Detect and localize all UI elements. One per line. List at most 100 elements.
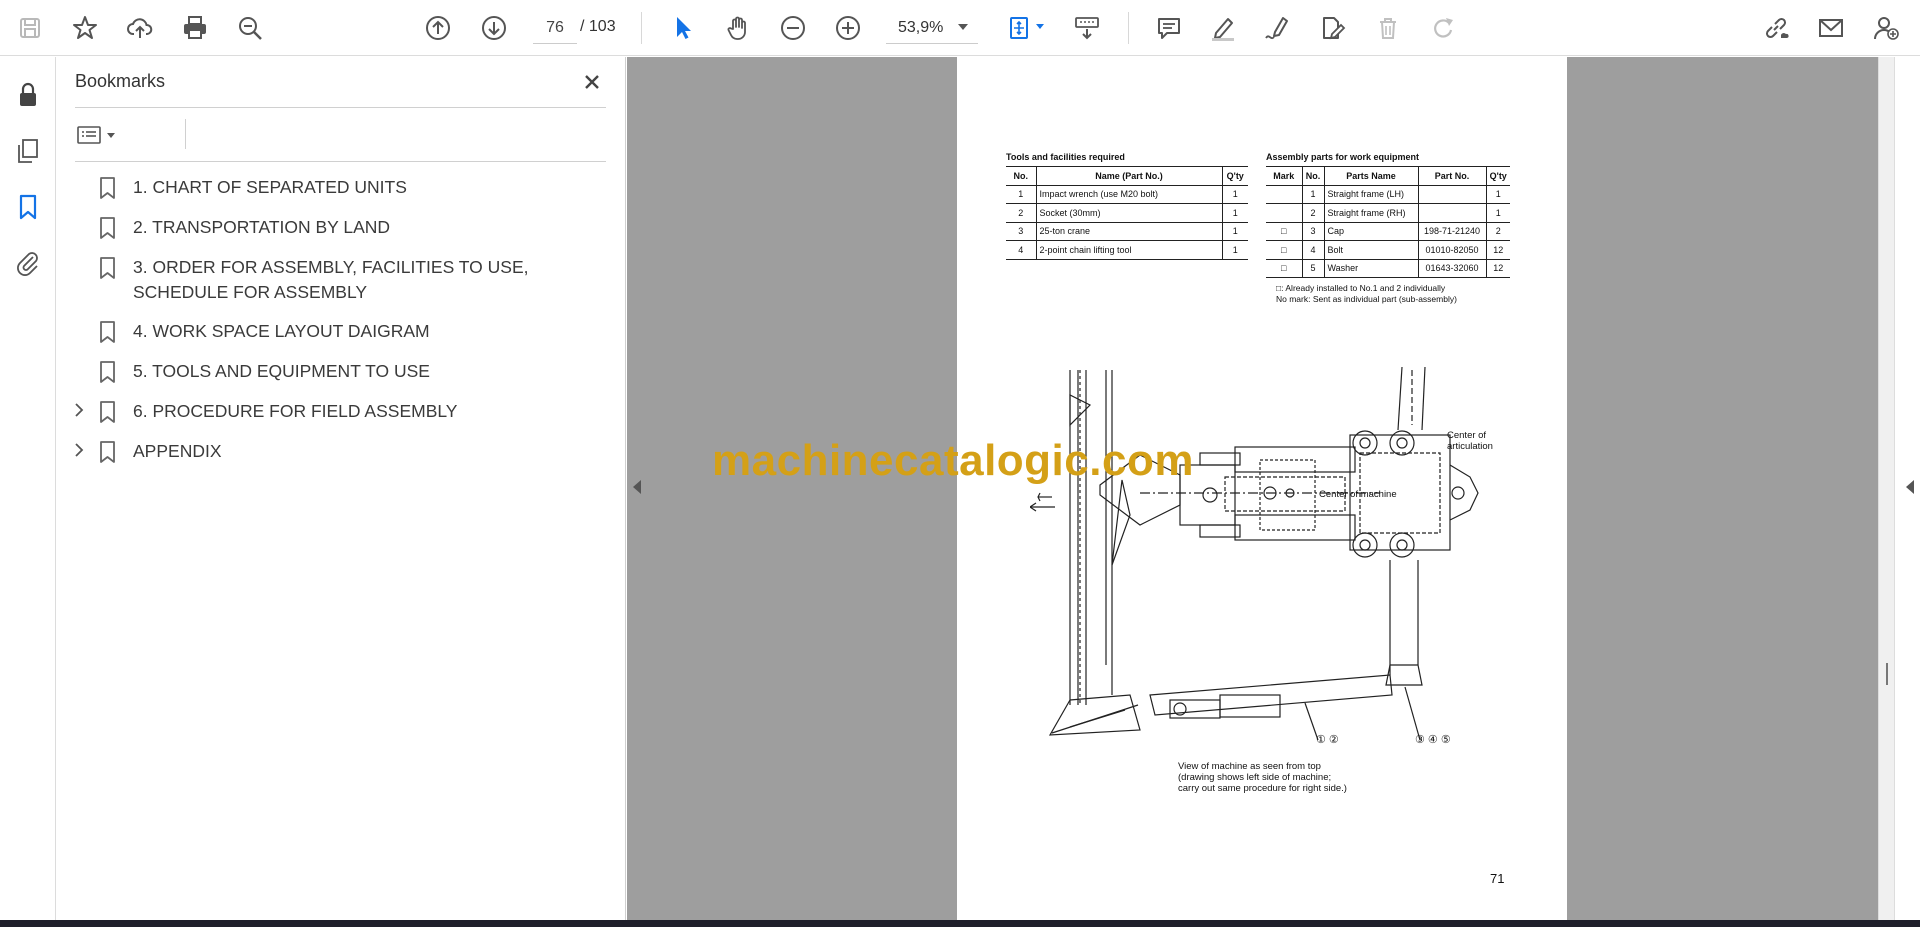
edit-text-icon[interactable] [1312,8,1352,48]
next-page-icon[interactable] [474,8,514,48]
chevron-right-icon[interactable] [71,441,87,459]
toolbar-divider [185,119,186,149]
table-cell: Washer [1323,259,1418,278]
highlight-pen-icon[interactable] [1203,8,1243,48]
table-cell: 2 [1485,222,1510,241]
bookmark-item[interactable]: 6. PROCEDURE FOR FIELD ASSEMBLY [57,399,626,425]
bookmark-item[interactable]: 5. TOOLS AND EQUIPMENT TO USE [57,359,626,385]
zoom-in-icon[interactable] [828,8,868,48]
share-link-icon[interactable] [1756,8,1796,48]
delete-icon[interactable] [1368,8,1408,48]
zoom-out-icon[interactable] [773,8,813,48]
table-cell: 1 [1221,203,1248,223]
bookmark-label: 2. TRANSPORTATION BY LAND [133,217,391,237]
column-header: Parts Name [1323,166,1418,186]
table-cell: Cap [1323,222,1418,241]
table-note: □: Already installed to No.1 and 2 indiv… [1276,283,1446,293]
bookmarks-icon[interactable] [10,189,46,225]
table-row: 2 Straight frame (RH) 1 [1266,203,1510,223]
column-header: Mark [1266,166,1302,186]
select-cursor-icon[interactable] [663,8,703,48]
print-icon[interactable] [175,8,215,48]
zoom-search-icon[interactable] [230,8,270,48]
taskbar-strip [0,920,1920,927]
chevron-down-icon[interactable] [1036,24,1044,29]
previous-page-icon[interactable] [418,8,458,48]
bookmark-label: 1. CHART OF SEPARATED UNITS [133,177,407,197]
page-number-input[interactable] [533,12,577,44]
table-cell: 198-71-21240 [1417,222,1486,241]
page-total: / 103 [580,18,616,35]
table-cell: 4 [1006,240,1036,260]
bookmark-icon [100,361,115,383]
bookmark-icon [100,257,115,279]
table-row: 1 Straight frame (LH) 1 [1266,185,1510,204]
table-cell: 1 [1301,185,1324,204]
table-cell: 1 [1485,203,1510,223]
parts-table-caption: Assembly parts for work equipment [1266,152,1420,162]
bookmark-item[interactable]: 3. ORDER FOR ASSEMBLY, FACILITIES TO USE… [57,255,626,305]
chevron-down-icon[interactable] [958,24,968,30]
expand-right-panel-icon[interactable] [1906,480,1914,494]
bookmark-item[interactable]: 1. CHART OF SEPARATED UNITS [57,175,626,201]
bookmark-list: 1. CHART OF SEPARATED UNITS 2. TRANSPORT… [57,175,626,479]
table-cell: 25-ton crane [1035,222,1222,241]
star-icon[interactable] [65,8,105,48]
chevron-right-icon[interactable] [71,401,87,419]
table-cell: 1 [1221,240,1248,260]
bookmark-item[interactable]: APPENDIX [57,439,626,465]
account-add-icon[interactable] [1866,8,1906,48]
table-cell [1266,203,1302,223]
table-row: □ 4 Bolt 01010-82050 12 [1266,240,1510,260]
close-icon[interactable] [577,67,607,97]
keyboard-scroll-icon[interactable] [1067,8,1107,48]
table-cell: 1 [1485,185,1510,204]
panel-divider [75,107,606,108]
rotate-icon[interactable] [1423,8,1463,48]
toolbar-divider [1128,12,1129,44]
bookmarks-panel: Bookmarks 1. CHART OF SEPARATED UNITS 2.… [57,57,626,920]
comment-icon[interactable] [1149,8,1189,48]
draw-signature-icon[interactable] [1257,8,1297,48]
table-cell: □ [1266,240,1302,260]
table-cell: Straight frame (RH) [1323,203,1418,223]
bookmark-icon [100,217,115,239]
bookmark-icon [100,177,115,199]
vertical-scrollbar[interactable] [1878,57,1894,920]
hand-tool-icon[interactable] [718,8,758,48]
bookmark-item[interactable]: 2. TRANSPORTATION BY LAND [57,215,626,241]
table-row: 3 25-ton crane 1 [1006,222,1248,241]
bookmark-icon [100,441,115,463]
cloud-upload-icon[interactable] [120,8,160,48]
table-row: 2 Socket (30mm) 1 [1006,203,1248,223]
bookmark-options-button[interactable] [75,117,131,153]
zoom-value: 53,9% [898,18,944,36]
scrollbar-thumb[interactable] [1886,663,1888,685]
collapse-panel-icon[interactable] [633,480,641,494]
attachment-icon[interactable] [10,245,46,281]
toolbar-divider [641,12,642,44]
machine-center-label: Center of machine [1319,489,1397,500]
parts-table: Mark No. Parts Name Part No. Q'ty 1 Strai… [1266,166,1510,278]
table-cell [1417,203,1486,223]
table-cell: 3 [1301,222,1324,241]
table-cell: 1 [1221,222,1248,241]
page-thumbnails-icon[interactable] [10,133,46,169]
column-header: Q'ty [1485,166,1510,186]
table-row: □ 5 Washer 01643-32060 12 [1266,259,1510,278]
lock-icon[interactable] [10,77,46,113]
bookmark-label: 5. TOOLS AND EQUIPMENT TO USE [133,361,430,381]
bookmark-item[interactable]: 4. WORK SPACE LAYOUT DAIGRAM [57,319,626,345]
save-icon[interactable] [10,8,50,48]
table-cell: 1 [1221,185,1248,204]
table-cell: 01010-82050 [1417,240,1486,260]
table-cell: 2 [1301,203,1324,223]
table-cell: Straight frame (LH) [1323,185,1418,204]
fit-page-icon[interactable] [1000,8,1040,48]
list-options-icon [77,126,101,144]
column-header: No. [1006,166,1036,186]
email-icon[interactable] [1811,8,1851,48]
watermark: machinecatalogic.com [712,436,1194,485]
left-tool-rail [0,57,56,920]
table-cell: 12 [1485,259,1510,278]
